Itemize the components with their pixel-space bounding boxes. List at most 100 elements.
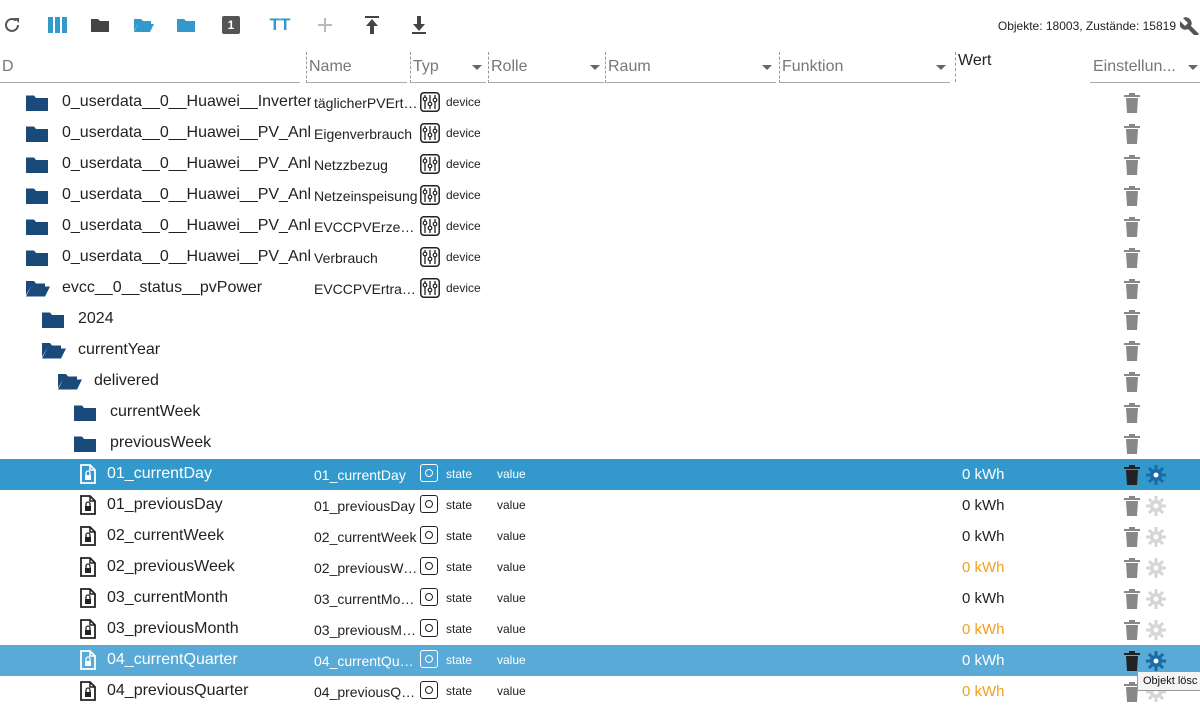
- folder-icon[interactable]: [175, 14, 197, 36]
- folder-icon[interactable]: [26, 249, 48, 266]
- columns-icon[interactable]: [47, 14, 69, 36]
- folder-icon[interactable]: [26, 187, 48, 204]
- folder-row[interactable]: 0_userdata__0__Huawei__Inverter_ tägliche…: [0, 87, 1200, 118]
- gear-icon[interactable]: [1146, 527, 1166, 547]
- object-id[interactable]: 03_previousMonth: [107, 620, 300, 638]
- gear-icon[interactable]: [1146, 496, 1166, 516]
- object-id[interactable]: 01_previousDay: [107, 496, 300, 514]
- object-id[interactable]: 02_previousWeek: [107, 558, 300, 576]
- object-value[interactable]: 0 kWh: [962, 528, 1005, 545]
- trash-icon[interactable]: [1124, 465, 1140, 485]
- folder-icon[interactable]: [74, 435, 96, 452]
- state-row[interactable]: 03_currentMonth 03_currentMonth state value…: [0, 583, 1200, 614]
- object-id[interactable]: previousWeek: [110, 434, 300, 452]
- folder-row[interactable]: 0_userdata__0__Huawei__PV_Anlag Netzeinsp…: [0, 180, 1200, 211]
- state-row[interactable]: 01_currentDay 01_currentDay state value 0 kW…: [0, 459, 1200, 490]
- trash-icon[interactable]: [1124, 589, 1140, 609]
- folder-row[interactable]: 2024: [0, 304, 1200, 335]
- object-id[interactable]: 04_previousQuarter: [107, 682, 300, 700]
- object-value[interactable]: 0 kWh: [962, 590, 1005, 607]
- state-row[interactable]: 04_currentQuarter 04_currentQua... state va…: [0, 645, 1200, 676]
- number-icon[interactable]: 1: [220, 14, 242, 36]
- upload-icon[interactable]: [361, 14, 383, 36]
- text-size-icon[interactable]: TT: [267, 14, 293, 36]
- folder-open-icon[interactable]: [133, 14, 155, 36]
- trash-icon[interactable]: [1124, 620, 1140, 640]
- folder-row[interactable]: currentWeek: [0, 397, 1200, 428]
- object-id[interactable]: 01_currentDay: [107, 465, 300, 483]
- folder-icon[interactable]: [74, 404, 96, 421]
- object-id[interactable]: 0_userdata__0__Huawei__PV_Anlag: [62, 248, 311, 266]
- state-row[interactable]: 04_previousQuarter 04_previousQu... state v…: [0, 676, 1200, 707]
- object-id[interactable]: currentWeek: [110, 403, 300, 421]
- folder-row[interactable]: currentYear: [0, 335, 1200, 366]
- header-name[interactable]: Name: [306, 52, 407, 83]
- object-value[interactable]: 0 kWh: [962, 652, 1005, 669]
- trash-icon[interactable]: [1124, 186, 1140, 206]
- folder-row[interactable]: evcc__0__status__pvPower EVCCPVErtragd...…: [0, 273, 1200, 304]
- object-id[interactable]: 0_userdata__0__Huawei__Inverter_: [62, 93, 311, 111]
- folder-open-icon[interactable]: [42, 342, 66, 359]
- header-rolle[interactable]: Rolle: [488, 52, 604, 83]
- object-id[interactable]: 0_userdata__0__Huawei__PV_Anlag: [62, 155, 311, 173]
- folder-row[interactable]: delivered: [0, 366, 1200, 397]
- folder-open-icon[interactable]: [26, 280, 50, 297]
- object-value[interactable]: 0 kWh: [962, 683, 1005, 700]
- trash-icon[interactable]: [1124, 155, 1140, 175]
- object-id[interactable]: 0_userdata__0__Huawei__PV_Anlag: [62, 186, 311, 204]
- refresh-icon[interactable]: [1, 14, 23, 36]
- trash-icon[interactable]: [1124, 217, 1140, 237]
- folder-icon[interactable]: [26, 156, 48, 173]
- gear-icon[interactable]: [1146, 465, 1166, 485]
- gear-icon[interactable]: [1146, 558, 1166, 578]
- object-value[interactable]: 0 kWh: [962, 559, 1005, 576]
- wrench-icon[interactable]: [1179, 15, 1200, 37]
- state-row[interactable]: 02_currentWeek 02_currentWeek state value 0 …: [0, 521, 1200, 552]
- folder-icon[interactable]: [89, 14, 111, 36]
- state-row[interactable]: 02_previousWeek 02_previousWe... state valu…: [0, 552, 1200, 583]
- object-id[interactable]: 0_userdata__0__Huawei__PV_Anlag: [62, 217, 311, 235]
- gear-icon[interactable]: [1146, 651, 1166, 671]
- header-funktion[interactable]: Funktion: [779, 52, 950, 83]
- trash-icon[interactable]: [1124, 403, 1140, 423]
- header-typ[interactable]: Typ: [410, 52, 486, 83]
- trash-icon[interactable]: [1124, 279, 1140, 299]
- object-id[interactable]: 0_userdata__0__Huawei__PV_Anlag: [62, 124, 311, 142]
- trash-icon[interactable]: [1124, 434, 1140, 454]
- folder-icon[interactable]: [26, 218, 48, 235]
- trash-icon[interactable]: [1124, 93, 1140, 113]
- folder-row[interactable]: 0_userdata__0__Huawei__PV_Anlag Verbrauch…: [0, 242, 1200, 273]
- object-value[interactable]: 0 kWh: [962, 466, 1005, 483]
- object-id[interactable]: 2024: [78, 310, 300, 328]
- header-id[interactable]: D: [0, 52, 300, 83]
- header-settings[interactable]: Einstellun...: [1090, 52, 1200, 83]
- trash-icon[interactable]: [1124, 124, 1140, 144]
- gear-icon[interactable]: [1146, 620, 1166, 640]
- trash-icon[interactable]: [1124, 527, 1140, 547]
- gear-icon[interactable]: [1146, 589, 1166, 609]
- trash-icon[interactable]: [1124, 651, 1140, 671]
- header-raum[interactable]: Raum: [605, 52, 776, 83]
- header-wert[interactable]: Wert: [955, 52, 1086, 82]
- object-id[interactable]: currentYear: [78, 341, 300, 359]
- folder-row[interactable]: previousWeek: [0, 428, 1200, 459]
- trash-icon[interactable]: [1124, 310, 1140, 330]
- folder-open-icon[interactable]: [58, 373, 82, 390]
- download-icon[interactable]: [408, 14, 430, 36]
- folder-icon[interactable]: [42, 311, 64, 328]
- folder-row[interactable]: 0_userdata__0__Huawei__PV_Anlag Eigenverb…: [0, 118, 1200, 149]
- folder-row[interactable]: 0_userdata__0__Huawei__PV_Anlag EVCCPVErz…: [0, 211, 1200, 242]
- folder-icon[interactable]: [26, 125, 48, 142]
- object-id[interactable]: 03_currentMonth: [107, 589, 300, 607]
- object-id[interactable]: 02_currentWeek: [107, 527, 300, 545]
- object-value[interactable]: 0 kWh: [962, 497, 1005, 514]
- plus-icon[interactable]: [314, 14, 336, 36]
- trash-icon[interactable]: [1124, 558, 1140, 578]
- object-id[interactable]: 04_currentQuarter: [107, 651, 300, 669]
- object-value[interactable]: 0 kWh: [962, 621, 1005, 638]
- state-row[interactable]: 03_previousMonth 03_previousMo... state val…: [0, 614, 1200, 645]
- state-row[interactable]: 01_previousDay 01_previousDay state value 0 …: [0, 490, 1200, 521]
- trash-icon[interactable]: [1124, 372, 1140, 392]
- trash-icon[interactable]: [1124, 248, 1140, 268]
- folder-row[interactable]: 0_userdata__0__Huawei__PV_Anlag Netzzbezu…: [0, 149, 1200, 180]
